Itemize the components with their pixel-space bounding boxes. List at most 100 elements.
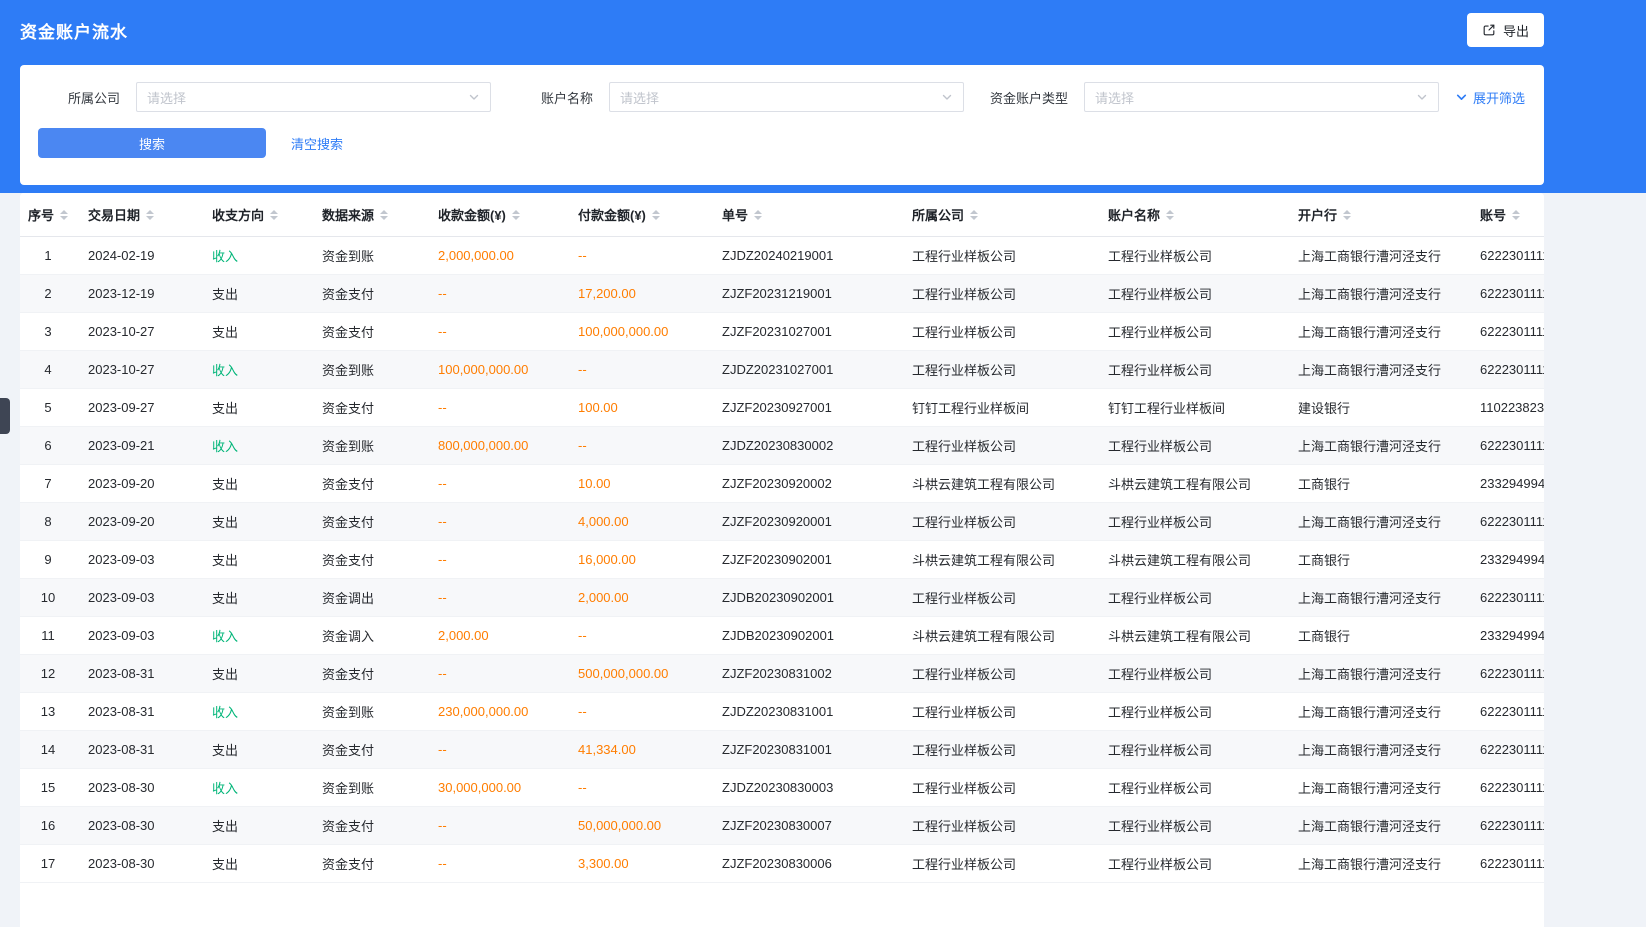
filter-actions: 搜索 清空搜索 — [38, 128, 1544, 158]
cell-paid-amount: 2,000.00 — [566, 579, 710, 617]
sort-icon[interactable] — [380, 210, 388, 220]
clear-search-link[interactable]: 清空搜索 — [291, 134, 343, 153]
cell-received-amount: -- — [426, 313, 566, 351]
page: 资金账户流水 导出 所属公司 请选择 — [0, 0, 1646, 927]
table-row[interactable]: 15 2023-08-30 收入 资金到账 30,000,000.00 -- Z… — [20, 769, 1544, 807]
table-row[interactable]: 17 2023-08-30 支出 资金支付 -- 3,300.00 ZJZF20… — [20, 845, 1544, 883]
cell-index: 13 — [20, 693, 76, 731]
column-header[interactable]: 开户行 — [1286, 193, 1468, 237]
table-row[interactable]: 12 2023-08-31 支出 资金支付 -- 500,000,000.00 … — [20, 655, 1544, 693]
cell-data-source: 资金到账 — [310, 237, 426, 275]
cell-data-source: 资金到账 — [310, 693, 426, 731]
cell-account-name: 工程行业样板公司 — [1096, 427, 1286, 465]
table-row[interactable]: 1 2024-02-19 收入 资金到账 2,000,000.00 -- ZJD… — [20, 237, 1544, 275]
table-row[interactable]: 16 2023-08-30 支出 资金支付 -- 50,000,000.00 Z… — [20, 807, 1544, 845]
sort-icon[interactable] — [1166, 210, 1174, 220]
cell-direction: 收入 — [200, 617, 310, 655]
cell-order-number: ZJZF20230920001 — [710, 503, 900, 541]
cell-paid-amount: 100.00 — [566, 389, 710, 427]
table-row[interactable]: 2 2023-12-19 支出 资金支付 -- 17,200.00 ZJZF20… — [20, 275, 1544, 313]
cell-data-source: 资金支付 — [310, 731, 426, 769]
cell-paid-amount: -- — [566, 769, 710, 807]
account-type-select[interactable]: 请选择 — [1084, 82, 1439, 112]
export-button[interactable]: 导出 — [1467, 13, 1544, 47]
cell-direction: 收入 — [200, 237, 310, 275]
column-header-label: 收支方向 — [212, 205, 264, 224]
column-header[interactable]: 付款金额(¥) — [566, 193, 710, 237]
cell-bank: 上海工商银行漕河泾支行 — [1286, 693, 1468, 731]
cell-company: 工程行业样板公司 — [900, 769, 1096, 807]
cell-transaction-date: 2023-08-30 — [76, 769, 200, 807]
cell-transaction-date: 2023-12-19 — [76, 275, 200, 313]
table-row[interactable]: 4 2023-10-27 收入 资金到账 100,000,000.00 -- Z… — [20, 351, 1544, 389]
expand-filters-link[interactable]: 展开筛选 — [1455, 88, 1525, 107]
column-header[interactable]: 收款金额(¥) — [426, 193, 566, 237]
column-header[interactable]: 序号 — [20, 193, 76, 237]
cell-paid-amount: 500,000,000.00 — [566, 655, 710, 693]
cell-data-source: 资金到账 — [310, 427, 426, 465]
cell-transaction-date: 2023-08-31 — [76, 693, 200, 731]
cell-transaction-date: 2023-09-03 — [76, 541, 200, 579]
table-row[interactable]: 9 2023-09-03 支出 资金支付 -- 16,000.00 ZJZF20… — [20, 541, 1544, 579]
sort-icon[interactable] — [1512, 210, 1520, 220]
cell-paid-amount: -- — [566, 617, 710, 655]
cell-bank: 建设银行 — [1286, 389, 1468, 427]
cell-account-number: 6222301111 — [1468, 237, 1544, 275]
cell-direction: 收入 — [200, 769, 310, 807]
cell-index: 7 — [20, 465, 76, 503]
cell-bank: 工商银行 — [1286, 617, 1468, 655]
table-row[interactable]: 14 2023-08-31 支出 资金支付 -- 41,334.00 ZJZF2… — [20, 731, 1544, 769]
cell-received-amount: -- — [426, 655, 566, 693]
table-row[interactable]: 3 2023-10-27 支出 资金支付 -- 100,000,000.00 Z… — [20, 313, 1544, 351]
sort-icon[interactable] — [146, 210, 154, 220]
expand-filters-label: 展开筛选 — [1473, 88, 1525, 107]
cell-account-number: 6222301111 — [1468, 427, 1544, 465]
column-header[interactable]: 单号 — [710, 193, 900, 237]
table-row[interactable]: 10 2023-09-03 支出 资金调出 -- 2,000.00 ZJDB20… — [20, 579, 1544, 617]
table-row[interactable]: 8 2023-09-20 支出 资金支付 -- 4,000.00 ZJZF202… — [20, 503, 1544, 541]
cell-account-number: 6222301111 — [1468, 693, 1544, 731]
sort-icon[interactable] — [754, 210, 762, 220]
sort-icon[interactable] — [60, 210, 68, 220]
cell-bank: 上海工商银行漕河泾支行 — [1286, 731, 1468, 769]
sort-icon[interactable] — [1343, 210, 1351, 220]
cell-transaction-date: 2023-08-30 — [76, 845, 200, 883]
cell-company: 工程行业样板公司 — [900, 427, 1096, 465]
cell-index: 14 — [20, 731, 76, 769]
sort-icon[interactable] — [652, 210, 660, 220]
sort-icon[interactable] — [512, 210, 520, 220]
cell-transaction-date: 2023-09-20 — [76, 465, 200, 503]
cell-index: 9 — [20, 541, 76, 579]
column-header-label: 序号 — [28, 205, 54, 224]
cell-transaction-date: 2024-02-19 — [76, 237, 200, 275]
column-header[interactable]: 收支方向 — [200, 193, 310, 237]
account-name-select-placeholder: 请选择 — [620, 88, 659, 107]
column-header[interactable]: 账号 — [1468, 193, 1544, 237]
filter-panel: 所属公司 请选择 账户名称 请选择 — [20, 65, 1544, 185]
table-card: 序号 交易日期收支方向 数据来源收款金额(¥)付款金额(¥)单号所属公司账户名称开户… — [20, 193, 1544, 927]
table-row[interactable]: 7 2023-09-20 支出 资金支付 -- 10.00 ZJZF202309… — [20, 465, 1544, 503]
column-header[interactable]: 数据来源 — [310, 193, 426, 237]
filter-group-account-type: 资金账户类型 请选择 — [989, 82, 1439, 112]
column-header[interactable]: 所属公司 — [900, 193, 1096, 237]
table-row[interactable]: 11 2023-09-03 收入 资金调入 2,000.00 -- ZJDB20… — [20, 617, 1544, 655]
sidebar-collapse-handle[interactable] — [0, 398, 10, 434]
cell-bank: 上海工商银行漕河泾支行 — [1286, 579, 1468, 617]
company-select[interactable]: 请选择 — [136, 82, 491, 112]
cell-company: 斗栱云建筑工程有限公司 — [900, 541, 1096, 579]
cell-order-number: ZJZF20230920002 — [710, 465, 900, 503]
table-row[interactable]: 13 2023-08-31 收入 资金到账 230,000,000.00 -- … — [20, 693, 1544, 731]
table-row[interactable]: 6 2023-09-21 收入 资金到账 800,000,000.00 -- Z… — [20, 427, 1544, 465]
cell-company: 工程行业样板公司 — [900, 503, 1096, 541]
cell-account-number: 6222301111 — [1468, 655, 1544, 693]
cell-direction: 支出 — [200, 275, 310, 313]
cell-index: 1 — [20, 237, 76, 275]
sort-icon[interactable] — [970, 210, 978, 220]
sort-icon[interactable] — [270, 210, 278, 220]
column-header[interactable]: 交易日期 — [76, 193, 200, 237]
cell-index: 10 — [20, 579, 76, 617]
account-name-select[interactable]: 请选择 — [609, 82, 964, 112]
search-button[interactable]: 搜索 — [38, 128, 266, 158]
column-header[interactable]: 账户名称 — [1096, 193, 1286, 237]
table-row[interactable]: 5 2023-09-27 支出 资金支付 -- 100.00 ZJZF20230… — [20, 389, 1544, 427]
